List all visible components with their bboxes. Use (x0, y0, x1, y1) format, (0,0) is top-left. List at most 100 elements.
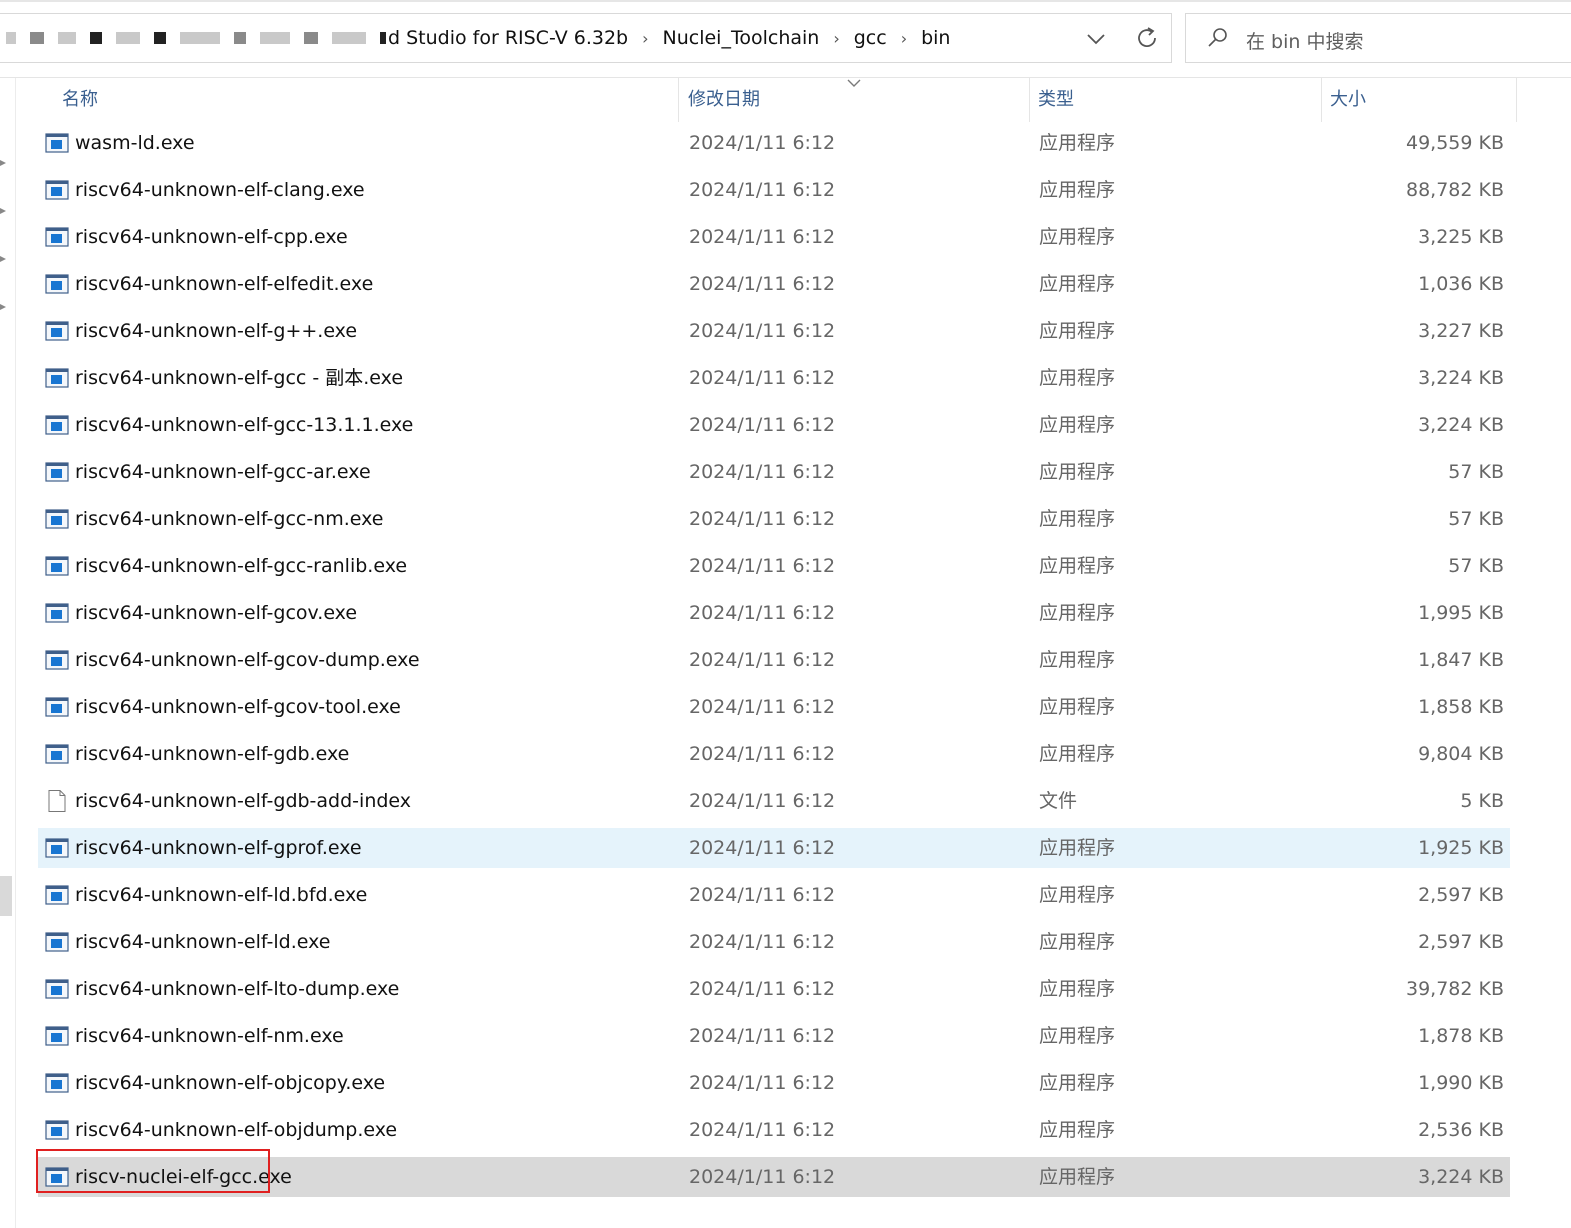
application-icon (45, 321, 69, 341)
file-name: riscv64-unknown-elf-ld.exe (75, 931, 331, 953)
application-icon (45, 650, 69, 670)
file-modified-date: 2024/1/11 6:12 (689, 1025, 836, 1047)
redacted-path (6, 32, 16, 44)
pin-icon[interactable] (0, 158, 7, 168)
breadcrumb-separator[interactable]: › (901, 29, 907, 48)
breadcrumb-segment[interactable]: bin (921, 27, 950, 49)
pin-icon[interactable] (0, 302, 7, 312)
file-row[interactable]: riscv64-unknown-elf-gcc-ar.exe 2024/1/11 … (38, 452, 1510, 492)
file-row[interactable]: riscv64-unknown-elf-nm.exe 2024/1/11 6:12… (38, 1016, 1510, 1056)
file-name: riscv64-unknown-elf-elfedit.exe (75, 273, 374, 295)
file-size: 57 KB (1448, 461, 1504, 483)
column-divider[interactable] (1516, 78, 1517, 122)
column-header-type[interactable]: 类型 (1038, 78, 1074, 122)
file-name: riscv64-unknown-elf-ld.bfd.exe (75, 884, 368, 906)
breadcrumb-separator[interactable]: › (833, 29, 839, 48)
file-modified-date: 2024/1/11 6:12 (689, 555, 836, 577)
column-divider[interactable] (678, 78, 679, 122)
file-row[interactable]: wasm-ld.exe 2024/1/11 6:12 应用程序 49,559 KB (38, 123, 1510, 163)
pin-icon[interactable] (0, 206, 7, 216)
file-type: 应用程序 (1039, 743, 1116, 765)
column-divider[interactable] (1029, 78, 1030, 122)
file-type: 应用程序 (1039, 508, 1116, 530)
redacted-path (260, 32, 290, 44)
window-top-border (0, 0, 1571, 2)
file-modified-date: 2024/1/11 6:12 (689, 696, 836, 718)
file-modified-date: 2024/1/11 6:12 (689, 1072, 836, 1094)
application-icon (45, 274, 69, 294)
file-row[interactable]: riscv64-unknown-elf-clang.exe 2024/1/11 6… (38, 170, 1510, 210)
column-divider[interactable] (1321, 78, 1322, 122)
file-row[interactable]: riscv64-unknown-elf-objdump.exe 2024/1/11… (38, 1110, 1510, 1150)
file-name: riscv64-unknown-elf-gprof.exe (75, 837, 362, 859)
file-name: riscv64-unknown-elf-gcc-nm.exe (75, 508, 384, 530)
file-name: riscv64-unknown-elf-nm.exe (75, 1025, 344, 1047)
file-row[interactable]: riscv64-unknown-elf-lto-dump.exe 2024/1/1… (38, 969, 1510, 1009)
file-row[interactable]: riscv64-unknown-elf-gcc - 副本.exe 2024/1/1… (38, 358, 1510, 398)
search-input[interactable]: 在 bin 中搜索 (1246, 27, 1363, 54)
breadcrumb-segment[interactable]: d Studio for RISC-V 6.32b (388, 27, 628, 49)
file-row[interactable]: riscv64-unknown-elf-objcopy.exe 2024/1/11… (38, 1063, 1510, 1103)
file-size: 2,597 KB (1418, 884, 1504, 906)
file-name: riscv64-unknown-elf-cpp.exe (75, 226, 348, 248)
file-row[interactable]: riscv64-unknown-elf-cpp.exe 2024/1/11 6:1… (38, 217, 1510, 257)
file-row[interactable]: riscv64-unknown-elf-gcov-tool.exe 2024/1/… (38, 687, 1510, 727)
file-row[interactable]: riscv64-unknown-elf-gdb-add-index 2024/1/… (38, 781, 1510, 821)
file-row[interactable]: riscv64-unknown-elf-g++.exe 2024/1/11 6:1… (38, 311, 1510, 351)
navigation-pane-edge (15, 78, 16, 1228)
redacted-path (154, 32, 166, 44)
file-row[interactable]: riscv64-unknown-elf-gprof.exe 2024/1/11 6… (38, 828, 1510, 868)
application-icon (45, 227, 69, 247)
file-type: 应用程序 (1039, 978, 1116, 1000)
file-name: riscv-nuclei-elf-gcc.exe (75, 1166, 292, 1188)
file-modified-date: 2024/1/11 6:12 (689, 837, 836, 859)
file-name: riscv64-unknown-elf-lto-dump.exe (75, 978, 400, 1000)
file-modified-date: 2024/1/11 6:12 (689, 884, 836, 906)
application-icon (45, 697, 69, 717)
sort-indicator-icon (847, 79, 861, 87)
file-row[interactable]: riscv64-unknown-elf-ld.bfd.exe 2024/1/11 … (38, 875, 1510, 915)
file-type: 应用程序 (1039, 414, 1116, 436)
refresh-icon[interactable] (1133, 24, 1161, 52)
file-size: 1,036 KB (1418, 273, 1504, 295)
file-row[interactable]: riscv64-unknown-elf-gcc-ranlib.exe 2024/1… (38, 546, 1510, 586)
navigation-pane-scrollbar[interactable] (0, 876, 12, 916)
file-name: riscv64-unknown-elf-gdb-add-index (75, 790, 412, 812)
breadcrumb-segment[interactable]: Nuclei_Toolchain (663, 27, 820, 49)
redacted-path (234, 32, 246, 44)
application-icon (45, 415, 69, 435)
file-name: riscv64-unknown-elf-gdb.exe (75, 743, 350, 765)
file-row[interactable]: riscv64-unknown-elf-gcc-13.1.1.exe 2024/1… (38, 405, 1510, 445)
file-name: riscv64-unknown-elf-gcc-13.1.1.exe (75, 414, 414, 436)
redacted-path (380, 32, 386, 44)
search-box[interactable]: 在 bin 中搜索 (1185, 13, 1571, 63)
file-row[interactable]: riscv64-unknown-elf-gcov-dump.exe 2024/1/… (38, 640, 1510, 680)
file-name: riscv64-unknown-elf-gcc-ranlib.exe (75, 555, 408, 577)
file-row[interactable]: riscv64-unknown-elf-gdb.exe 2024/1/11 6:1… (38, 734, 1510, 774)
file-name: riscv64-unknown-elf-objcopy.exe (75, 1072, 386, 1094)
file-type: 应用程序 (1039, 884, 1116, 906)
breadcrumb-segment[interactable]: gcc (854, 27, 887, 49)
file-row[interactable]: riscv64-unknown-elf-ld.exe 2024/1/11 6:12… (38, 922, 1510, 962)
file-row[interactable]: riscv64-unknown-elf-gcov.exe 2024/1/11 6:… (38, 593, 1510, 633)
file-row[interactable]: riscv64-unknown-elf-elfedit.exe 2024/1/11… (38, 264, 1510, 304)
address-bar[interactable]: d Studio for RISC-V 6.32b › Nuclei_Toolc… (0, 13, 1172, 63)
breadcrumb-separator[interactable]: › (642, 29, 648, 48)
file-size: 3,225 KB (1418, 226, 1504, 248)
application-icon (45, 509, 69, 529)
file-name: riscv64-unknown-elf-g++.exe (75, 320, 358, 342)
pin-icon[interactable] (0, 254, 7, 264)
file-type: 应用程序 (1039, 696, 1116, 718)
redacted-path (304, 32, 318, 44)
file-name: riscv64-unknown-elf-gcov-tool.exe (75, 696, 401, 718)
application-icon (45, 1167, 69, 1187)
chevron-down-icon[interactable] (1083, 26, 1109, 52)
file-size: 1,990 KB (1418, 1072, 1504, 1094)
file-row[interactable]: riscv-nuclei-elf-gcc.exe 2024/1/11 6:12 应用… (38, 1157, 1510, 1197)
application-icon (45, 368, 69, 388)
column-header-size[interactable]: 大小 (1330, 78, 1366, 122)
file-type: 应用程序 (1039, 555, 1116, 577)
column-header-name[interactable]: 名称 (62, 78, 98, 122)
file-row[interactable]: riscv64-unknown-elf-gcc-nm.exe 2024/1/11 … (38, 499, 1510, 539)
column-header-date[interactable]: 修改日期 (688, 78, 760, 122)
